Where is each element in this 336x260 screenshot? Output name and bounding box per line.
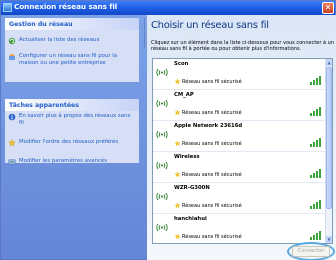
secured-star-icon bbox=[174, 171, 181, 178]
pane-divider bbox=[142, 18, 145, 48]
secured-star-icon bbox=[174, 233, 181, 240]
network-name: WZR-G300N bbox=[174, 185, 210, 191]
settings-icon bbox=[8, 159, 16, 165]
network-security: Réseau sans fil sécurisé bbox=[182, 141, 242, 147]
secured-star-icon bbox=[174, 109, 181, 116]
star-icon bbox=[8, 139, 16, 147]
network-name: Wireless bbox=[174, 154, 200, 160]
page-title: Choisir un réseau sans fil bbox=[151, 20, 269, 31]
signal-strength-icon bbox=[310, 138, 321, 147]
network-name: Apple Network 23616d bbox=[174, 123, 243, 129]
network-list-scrollbar[interactable]: ▲ ▼ bbox=[325, 59, 332, 243]
network-item-wzr-g300n[interactable]: WZR-G300N Réseau sans fil sécurisé bbox=[153, 183, 327, 214]
network-list-pane: Choisir un réseau sans fil Cliquez sur u… bbox=[147, 15, 336, 260]
scroll-thumb[interactable] bbox=[326, 67, 332, 209]
wireless-network-icon bbox=[156, 68, 168, 77]
network-security: Réseau sans fil sécurisé bbox=[182, 203, 242, 209]
network-name: CM_AP bbox=[174, 92, 194, 98]
signal-strength-icon bbox=[310, 231, 321, 240]
network-tasks-heading: Gestion du réseau bbox=[5, 18, 139, 30]
network-list[interactable]: Scon Réseau sans fil sécurisé CM_AP Rése… bbox=[152, 58, 333, 244]
wireless-connection-window: Connexion réseau sans fil ✕ Gestion du r… bbox=[0, 0, 336, 260]
close-button[interactable]: ✕ bbox=[322, 2, 334, 14]
refresh-network-list-label: Actualiser la liste des réseaux bbox=[19, 37, 100, 43]
info-icon bbox=[8, 113, 16, 121]
scroll-down-arrow-icon[interactable]: ▼ bbox=[326, 236, 332, 243]
connect-button[interactable]: Connecter bbox=[292, 246, 330, 257]
network-item-wireless[interactable]: Wireless Réseau sans fil sécurisé bbox=[153, 152, 327, 183]
refresh-network-list-link[interactable]: Actualiser la liste des réseaux bbox=[5, 37, 139, 45]
refresh-icon bbox=[8, 37, 16, 45]
wireless-app-icon bbox=[3, 3, 12, 12]
wireless-network-icon bbox=[156, 99, 168, 108]
signal-strength-icon bbox=[310, 76, 321, 85]
signal-strength-icon bbox=[310, 107, 321, 116]
change-preferred-order-label: Modifier l'ordre des réseaux préférés bbox=[19, 139, 119, 145]
change-preferred-order-link[interactable]: Modifier l'ordre des réseaux préférés bbox=[5, 139, 139, 147]
signal-strength-icon bbox=[310, 169, 321, 178]
wireless-network-icon bbox=[156, 192, 168, 201]
network-item-hanchiahui[interactable]: hanchiahui Réseau sans fil sécurisé bbox=[153, 214, 327, 243]
network-tasks-panel: Gestion du réseau Actualiser la liste de… bbox=[5, 18, 139, 82]
secured-star-icon bbox=[174, 78, 181, 85]
learn-wireless-label: En savoir plus à propos des réseaux sans… bbox=[19, 113, 131, 126]
network-name: Scon bbox=[174, 61, 189, 67]
network-item-apple-network[interactable]: Apple Network 23616d Réseau sans fil séc… bbox=[153, 121, 327, 152]
network-name: hanchiahui bbox=[174, 216, 207, 222]
setup-network-icon bbox=[9, 53, 15, 60]
advanced-settings-label: Modifier les paramètres avancés bbox=[19, 158, 108, 164]
network-security: Réseau sans fil sécurisé bbox=[182, 110, 242, 116]
setup-home-network-label: Configurer un réseau sans fil pour la ma… bbox=[19, 53, 118, 66]
wireless-network-icon bbox=[156, 130, 168, 139]
page-description: Cliquez sur un élément dans la liste ci-… bbox=[151, 40, 335, 53]
network-security: Réseau sans fil sécurisé bbox=[182, 234, 242, 240]
network-item-cm-ap[interactable]: CM_AP Réseau sans fil sécurisé bbox=[153, 90, 327, 121]
secured-star-icon bbox=[174, 202, 181, 209]
related-tasks-heading: Tâches apparentées bbox=[5, 99, 139, 111]
network-security: Réseau sans fil sécurisé bbox=[182, 79, 242, 85]
scroll-up-arrow-icon[interactable]: ▲ bbox=[326, 59, 332, 66]
advanced-settings-link[interactable]: Modifier les paramètres avancés bbox=[5, 158, 139, 165]
task-pane: Gestion du réseau Actualiser la liste de… bbox=[1, 15, 147, 259]
wireless-network-icon bbox=[156, 161, 168, 170]
network-item-scon[interactable]: Scon Réseau sans fil sécurisé bbox=[153, 59, 327, 90]
setup-home-network-link[interactable]: Configurer un réseau sans fil pour la ma… bbox=[5, 53, 139, 67]
learn-wireless-link[interactable]: En savoir plus à propos des réseaux sans… bbox=[5, 113, 139, 127]
window-title: Connexion réseau sans fil bbox=[14, 2, 118, 11]
signal-strength-icon bbox=[310, 200, 321, 209]
network-security: Réseau sans fil sécurisé bbox=[182, 172, 242, 178]
wireless-network-icon bbox=[156, 223, 168, 232]
title-bar[interactable]: Connexion réseau sans fil ✕ bbox=[1, 1, 335, 15]
secured-star-icon bbox=[174, 140, 181, 147]
related-tasks-panel: Tâches apparentées En savoir plus à prop… bbox=[5, 99, 139, 165]
